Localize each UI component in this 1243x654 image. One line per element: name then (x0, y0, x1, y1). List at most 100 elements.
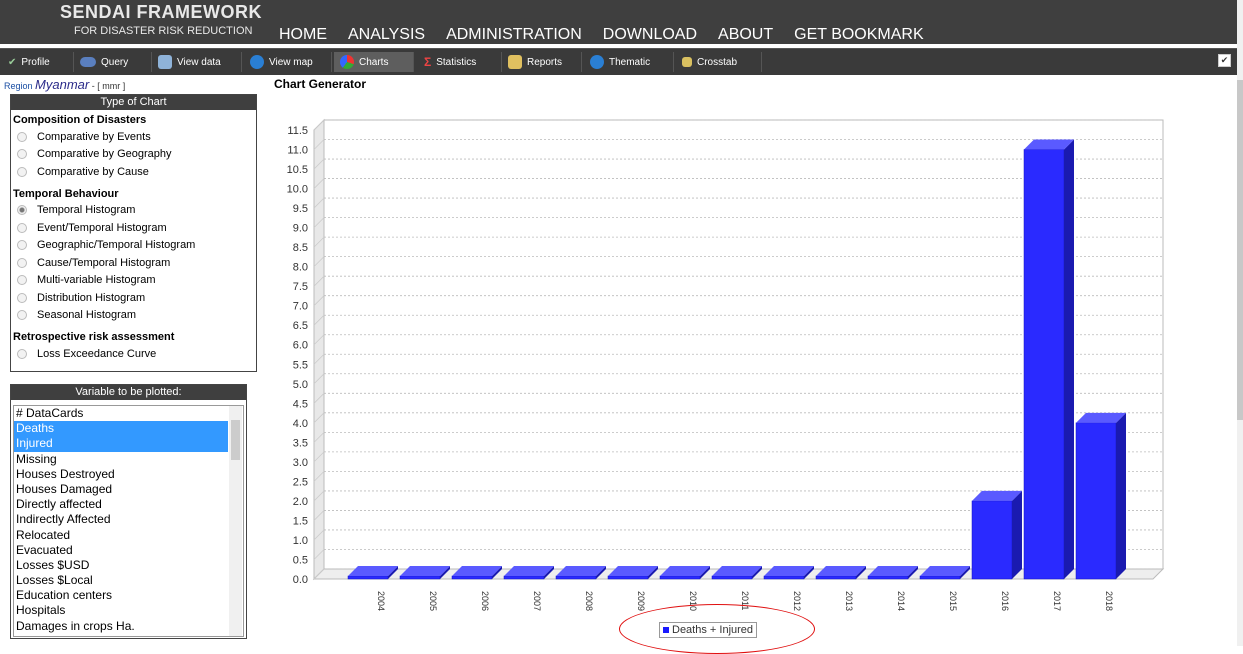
brand-title[interactable]: SENDAI FRAMEWORK (60, 2, 262, 23)
option-label: Temporal Histogram (37, 204, 136, 217)
list-item[interactable]: Missing (14, 452, 228, 467)
radio-button[interactable] (17, 310, 27, 321)
option-label: Comparative by Geography (37, 148, 172, 161)
tab-view-map[interactable]: View map (244, 52, 332, 72)
radio-button[interactable] (17, 149, 27, 160)
globe-icon (250, 55, 264, 69)
nav-get-bookmark[interactable]: GET BOOKMARK (794, 26, 924, 44)
y-tick-label: 0.5 (293, 554, 308, 566)
option-loss-exceedance[interactable]: Loss Exceedance Curve (11, 345, 256, 363)
region-prefix: Region (4, 81, 33, 91)
y-tick-label: 6.0 (293, 340, 308, 352)
list-item[interactable]: Damages in crops Ha. (14, 619, 228, 634)
option-label: Multi-variable Histogram (37, 274, 156, 287)
option-label: Comparative by Cause (37, 165, 149, 178)
x-tick-label: 2013 (844, 591, 854, 611)
list-item[interactable]: Indirectly Affected (14, 512, 228, 527)
list-item-selected[interactable]: Deaths (14, 421, 228, 437)
variable-listbox[interactable]: # DataCards Deaths Injured Missing House… (13, 405, 244, 637)
tab-query[interactable]: Query (74, 52, 152, 72)
tab-label: Charts (359, 56, 389, 68)
option-comparative-events[interactable]: Comparative by Events (11, 128, 256, 146)
bar (867, 575, 909, 580)
tab-reports[interactable]: Reports (502, 52, 582, 72)
region-code: - [ mmr ] (91, 81, 126, 91)
chart-type-panel: Type of Chart Composition of Disasters C… (10, 94, 257, 372)
listbox-scrollbar-thumb[interactable] (231, 420, 240, 460)
module-toolbar: ✔ Profile Query View data View map Chart… (0, 48, 1237, 75)
radio-button[interactable] (17, 166, 27, 177)
bar (919, 575, 961, 580)
option-temporal-histogram[interactable]: Temporal Histogram (11, 202, 256, 220)
list-item[interactable]: Houses Destroyed (14, 467, 228, 482)
x-tick-label: 2004 (376, 591, 386, 611)
y-tick-label: 1.5 (293, 515, 308, 527)
x-tick-label: 2008 (584, 591, 594, 611)
x-tick-label: 2016 (1000, 591, 1010, 611)
tab-thematic[interactable]: Thematic (584, 52, 674, 72)
list-item[interactable]: Houses Damaged (14, 482, 228, 497)
y-tick-label: 11.0 (287, 145, 308, 157)
option-event-temporal[interactable]: Event/Temporal Histogram (11, 219, 256, 237)
tab-crosstab[interactable]: Crosstab (676, 52, 762, 72)
nav-home[interactable]: HOME (279, 26, 327, 44)
page-scrollbar-thumb[interactable] (1237, 80, 1243, 420)
y-tick-label: 0.0 (293, 574, 308, 586)
tab-profile[interactable]: ✔ Profile (2, 52, 74, 72)
tab-view-data[interactable]: View data (152, 52, 242, 72)
radio-button[interactable] (17, 275, 27, 286)
option-geographic-temporal[interactable]: Geographic/Temporal Histogram (11, 237, 256, 255)
option-cause-temporal[interactable]: Cause/Temporal Histogram (11, 254, 256, 272)
list-item[interactable]: Hospitals (14, 603, 228, 618)
y-tick-label: 8.0 (293, 262, 308, 274)
y-tick-label: 9.5 (293, 203, 308, 215)
list-item[interactable]: Losses $Local (14, 573, 228, 588)
x-tick-label: 2015 (948, 591, 958, 611)
radio-button[interactable] (17, 131, 27, 142)
nav-analysis[interactable]: ANALYSIS (348, 26, 425, 44)
list-item[interactable]: Relocated (14, 528, 228, 543)
bar (711, 575, 753, 580)
list-item-selected[interactable]: Injured (14, 436, 228, 452)
panel-title: Type of Chart (11, 95, 256, 110)
tab-label: View map (269, 56, 313, 68)
pie-chart-icon (340, 55, 354, 69)
nav-about[interactable]: ABOUT (718, 26, 773, 44)
option-comparative-geography[interactable]: Comparative by Geography (11, 146, 256, 164)
tab-statistics[interactable]: Σ Statistics (418, 52, 502, 72)
radio-button-selected[interactable] (17, 205, 27, 216)
nav-download[interactable]: DOWNLOAD (603, 26, 697, 44)
list-item[interactable]: Directly affected (14, 497, 228, 512)
y-tick-label: 10.5 (287, 164, 308, 176)
toolbar-checkbox[interactable]: ✔ (1218, 54, 1231, 67)
sigma-icon: Σ (424, 55, 432, 69)
bar-side (1012, 490, 1022, 579)
radio-button[interactable] (17, 240, 27, 251)
brand-subtitle[interactable]: FOR DISASTER RISK REDUCTION (74, 25, 252, 37)
tab-label: View data (177, 56, 221, 68)
option-seasonal[interactable]: Seasonal Histogram (11, 307, 256, 325)
section-heading: Composition of Disasters (13, 114, 147, 126)
radio-button[interactable] (17, 292, 27, 303)
list-item[interactable]: Losses $USD (14, 558, 228, 573)
radio-button[interactable] (17, 257, 27, 268)
y-tick-label: 8.5 (293, 242, 308, 254)
bar-chart: 0.0 0.5 1.0 1.5 2.0 2.5 3.0 3.5 4.0 4.5 5.0 5.5 6.0 6… (287, 118, 1165, 611)
option-multi-variable[interactable]: Multi-variable Histogram (11, 272, 256, 290)
list-item[interactable]: Evacuated (14, 543, 228, 558)
bar-side (1064, 139, 1074, 580)
bar-side (1116, 412, 1126, 579)
option-distribution[interactable]: Distribution Histogram (11, 289, 256, 307)
list-item[interactable]: # DataCards (14, 406, 228, 421)
nav-administration[interactable]: ADMINISTRATION (446, 26, 582, 44)
list-item[interactable]: Education centers (14, 588, 228, 603)
x-tick-label: 2017 (1052, 591, 1062, 611)
y-tick-label: 4.0 (293, 418, 308, 430)
tab-charts[interactable]: Charts (334, 52, 414, 72)
chart-side-wall (313, 118, 325, 581)
y-tick-label: 7.0 (293, 301, 308, 313)
check-icon: ✔ (8, 56, 17, 68)
option-comparative-cause[interactable]: Comparative by Cause (11, 163, 256, 181)
radio-button[interactable] (17, 348, 27, 359)
radio-button[interactable] (17, 222, 27, 233)
